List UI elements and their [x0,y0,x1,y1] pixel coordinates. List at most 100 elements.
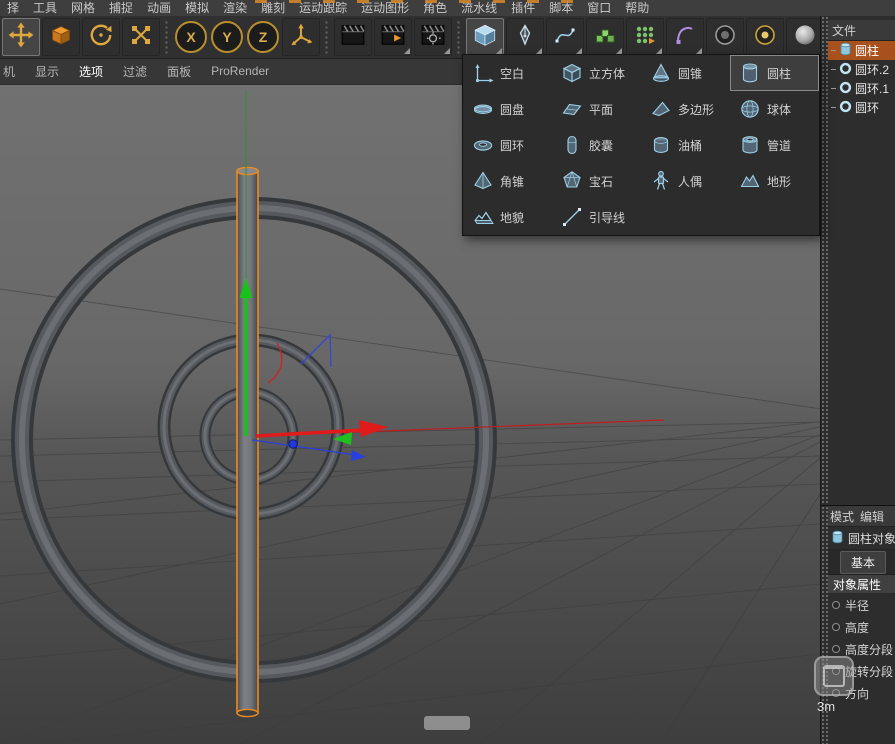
viewport-menu-camera[interactable]: 机 [0,63,25,80]
render-view-button[interactable] [334,18,372,56]
viewport-menu-display[interactable]: 显示 [25,63,69,80]
property-orientation[interactable]: 方向 [828,682,895,704]
scale-tool-button[interactable] [122,18,160,56]
menubar-item[interactable]: 渲染 [216,0,254,16]
viewport-menu-prorender[interactable]: ProRender [201,64,279,78]
primitive-polygon[interactable]: 多边形 [641,91,730,127]
deformers-button[interactable] [666,18,704,56]
primitive-sphere[interactable]: 球体 [730,91,819,127]
landscape-icon [738,169,762,193]
primitive-torus[interactable]: 圆环 [463,127,552,163]
menubar-item[interactable]: 动画 [140,0,178,16]
camera-lens-icon [713,23,737,52]
render-arrow-icon [380,22,406,53]
attribute-mode-menu[interactable]: 模式 [830,508,854,525]
primitive-guide[interactable]: 引导线 [552,199,641,235]
primitive-cube[interactable]: 立方体 [552,55,641,91]
property-label: 半径 [845,597,869,614]
render-picture-viewer-button[interactable] [374,18,412,56]
primitive-label: 宝石 [589,173,613,190]
viewport-menu-options[interactable]: 选项 [69,63,113,80]
top-edge-artifact [255,0,595,3]
primitive-label: 管道 [767,137,791,154]
move-tool-button[interactable] [2,18,40,56]
primitive-capsule[interactable]: 胶囊 [552,127,641,163]
property-label: 方向 [845,685,869,702]
panel-grip[interactable] [821,16,828,505]
primitive-cone[interactable]: 圆锥 [641,55,730,91]
primitive-landscape[interactable]: 地形 [730,163,819,199]
property-rotation-segments[interactable]: 旋转分段 [828,660,895,682]
primitive-tube[interactable]: 管道 [730,127,819,163]
primitive-label: 引导线 [589,209,625,226]
object-title-text: 圆柱对象 [圆柱] [848,530,895,547]
lock-z-button[interactable]: Z [247,21,279,53]
flyout-corner [444,48,450,54]
render-slate-icon [340,22,366,53]
primitive-disc[interactable]: 圆盘 [463,91,552,127]
primitive-figure[interactable]: 人偶 [641,163,730,199]
primitive-label: 立方体 [589,65,625,82]
gem-icon [560,169,584,193]
light-icon [753,23,777,52]
tree-dash [831,69,836,70]
generators-button[interactable] [586,18,624,56]
cube-icon [560,61,584,85]
object-name: 圆环.1 [855,80,889,97]
menubar-item[interactable]: 择 [0,0,26,16]
attribute-tabs: 基本 [828,550,895,575]
camera-button[interactable] [706,18,744,56]
lock-x-button[interactable]: X [175,21,207,53]
primitive-label: 圆柱 [767,65,791,82]
tree-dash [831,107,836,108]
mograph-button[interactable] [626,18,664,56]
menubar-item[interactable]: 网格 [64,0,102,16]
menubar-item[interactable]: 捕捉 [102,0,140,16]
primitive-oil-tank[interactable]: 油桶 [641,127,730,163]
torus-object-icon [839,81,852,97]
cylinder-object[interactable] [237,167,258,716]
cinema4d-window: 择 工具 网格 捕捉 动画 模拟 渲染 雕刻 运动跟踪 运动图形 角色 流水线 … [0,0,895,744]
primitive-relief[interactable]: 地貌 [463,199,552,235]
primitive-platonic[interactable]: 宝石 [552,163,641,199]
primitive-cube-button[interactable] [466,18,504,56]
primitive-pyramid[interactable]: 角锥 [463,163,552,199]
render-settings-button[interactable] [414,18,452,56]
viewport-menu-panel[interactable]: 面板 [157,63,201,80]
toolbar-separator [456,20,462,54]
property-height[interactable]: 高度 [828,616,895,638]
attribute-edit-menu[interactable]: 编辑 [860,508,884,525]
object-row-torus-1[interactable]: 圆环.1 [828,79,895,98]
primitive-null[interactable]: 空白 [463,55,552,91]
primitive-label: 角锥 [500,173,524,190]
primitive-plane[interactable]: 平面 [552,91,641,127]
menubar-item[interactable]: 帮助 [618,0,656,16]
object-manager-menu: 文件 [828,20,895,41]
spline-tools-button[interactable] [546,18,584,56]
pen-tool-button[interactable] [506,18,544,56]
lock-y-button[interactable]: Y [211,21,243,53]
tab-basic[interactable]: 基本 [840,551,886,574]
polygon-icon [649,97,673,121]
primitive-cylinder[interactable]: 圆柱 [730,55,819,91]
object-name: 圆环 [855,99,879,116]
property-radius[interactable]: 半径 [828,594,895,616]
toolbar: X Y Z [0,16,824,59]
rotate-tool-button[interactable] [82,18,120,56]
object-row-torus[interactable]: 圆环 [828,98,895,117]
menubar-item[interactable]: 模拟 [178,0,216,16]
menubar-item[interactable]: 工具 [26,0,64,16]
viewport-menu-filter[interactable]: 过滤 [113,63,157,80]
light-button[interactable] [746,18,784,56]
material-sphere-button[interactable] [786,18,824,56]
cube-tool-button[interactable] [42,18,80,56]
object-manager-file-menu[interactable]: 文件 [832,22,856,39]
object-row-torus-2[interactable]: 圆环.2 [828,60,895,79]
property-height-segments[interactable]: 高度分段 [828,638,895,660]
green-cubes-icon [593,23,617,52]
object-manager: 文件 圆柱 圆环.2 圆环.1 圆环 [820,16,895,505]
object-row-cylinder[interactable]: 圆柱 [828,41,895,60]
panel-grip[interactable] [821,506,828,744]
coordinate-system-button[interactable] [282,18,320,56]
capsule-icon [560,133,584,157]
